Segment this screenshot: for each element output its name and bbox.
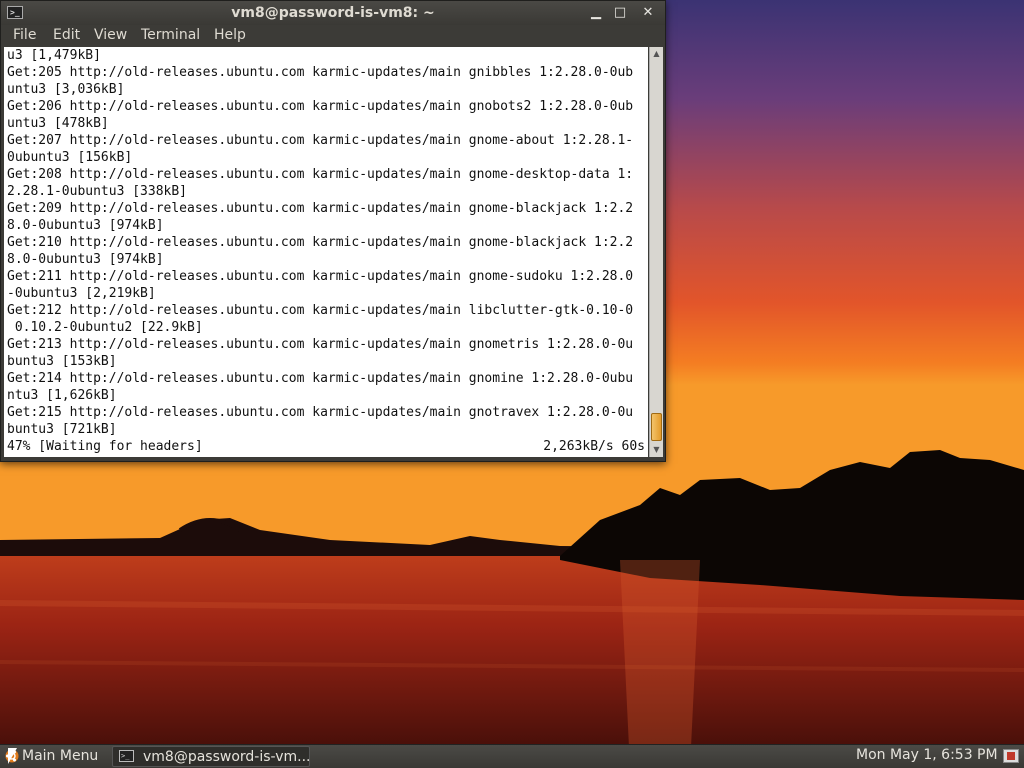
terminal-icon: >_ [119,750,134,762]
terminal-line: Get:205 http://old-releases.ubuntu.com k… [7,65,634,80]
terminal-line: 0.10.2-0ubuntu2 [22.9kB] [7,320,203,335]
terminal-line: Get:210 http://old-releases.ubuntu.com k… [7,235,634,250]
terminal-line: u3 [1,479kB] [7,48,101,63]
maximize-icon[interactable]: □ [611,4,629,22]
main-menu-label: Main Menu [22,748,99,764]
terminal-line: Get:207 http://old-releases.ubuntu.com k… [7,133,634,148]
menu-terminal[interactable]: Terminal [141,27,200,43]
terminal-scrollbar[interactable]: ▲ ▼ [649,47,663,457]
terminal-line: 8.0-0ubuntu3 [974kB] [7,218,164,233]
panel-clock[interactable]: Mon May 1, 6:53 PM [856,747,998,763]
taskbar-terminal-label: vm8@password-is-vm... [143,749,311,765]
terminal-line: Get:215 http://old-releases.ubuntu.com k… [7,405,634,420]
scroll-down-icon[interactable]: ▼ [650,443,663,457]
terminal-line: Get:213 http://old-releases.ubuntu.com k… [7,337,634,352]
terminal-line: untu3 [478kB] [7,116,109,131]
terminal-line: -0ubuntu3 [2,219kB] [7,286,156,301]
terminal-line: buntu3 [721kB] [7,422,117,437]
apt-speed-text: 2,263kB/s 60s [543,439,645,454]
terminal-line: Get:212 http://old-releases.ubuntu.com k… [7,303,634,318]
menu-help[interactable]: Help [214,27,246,43]
terminal-line: 0ubuntu3 [156kB] [7,150,133,165]
close-icon[interactable]: ✕ [639,4,657,22]
scroll-up-icon[interactable]: ▲ [650,47,663,61]
terminal-line: Get:208 http://old-releases.ubuntu.com k… [7,167,634,182]
menu-view[interactable]: View [94,27,127,43]
mouse-cursor [8,748,17,764]
terminal-line: Get:206 http://old-releases.ubuntu.com k… [7,99,634,114]
terminal-line: untu3 [3,036kB] [7,82,125,97]
menu-edit[interactable]: Edit [53,27,80,43]
terminal-line: ntu3 [1,626kB] [7,388,117,403]
terminal-output[interactable]: u3 [1,479kB] Get:205 http://old-releases.… [4,47,648,457]
terminal-line: Get:211 http://old-releases.ubuntu.com k… [7,269,634,284]
notification-icon[interactable] [1003,749,1019,763]
bottom-panel: Main Menu >_ vm8@password-is-vm... Mon M… [0,744,1024,768]
terminal-text: u3 [1,479kB] Get:205 http://old-releases.… [4,47,648,438]
terminal-line: 8.0-0ubuntu3 [974kB] [7,252,164,267]
window-titlebar[interactable]: >_ vm8@password-is-vm8: ~ ▁ □ ✕ [1,1,665,25]
terminal-line: 2.28.1-0ubuntu3 [338kB] [7,184,188,199]
menu-bar: File Edit View Terminal Help [1,25,665,47]
terminal-line: buntu3 [153kB] [7,354,117,369]
window-title: vm8@password-is-vm8: ~ [231,5,435,21]
taskbar-terminal-button[interactable]: >_ vm8@password-is-vm... [112,746,310,767]
terminal-line: Get:209 http://old-releases.ubuntu.com k… [7,201,634,216]
apt-status-line: 47% [Waiting for headers] 2,263kB/s 60s [7,438,645,455]
terminal-window: >_ vm8@password-is-vm8: ~ ▁ □ ✕ File Edi… [0,0,666,462]
apt-progress-text: 47% [Waiting for headers] [7,439,203,454]
terminal-line: Get:214 http://old-releases.ubuntu.com k… [7,371,634,386]
scroll-thumb[interactable] [651,413,662,441]
minimize-icon[interactable]: ▁ [587,4,605,22]
menu-file[interactable]: File [13,27,36,43]
